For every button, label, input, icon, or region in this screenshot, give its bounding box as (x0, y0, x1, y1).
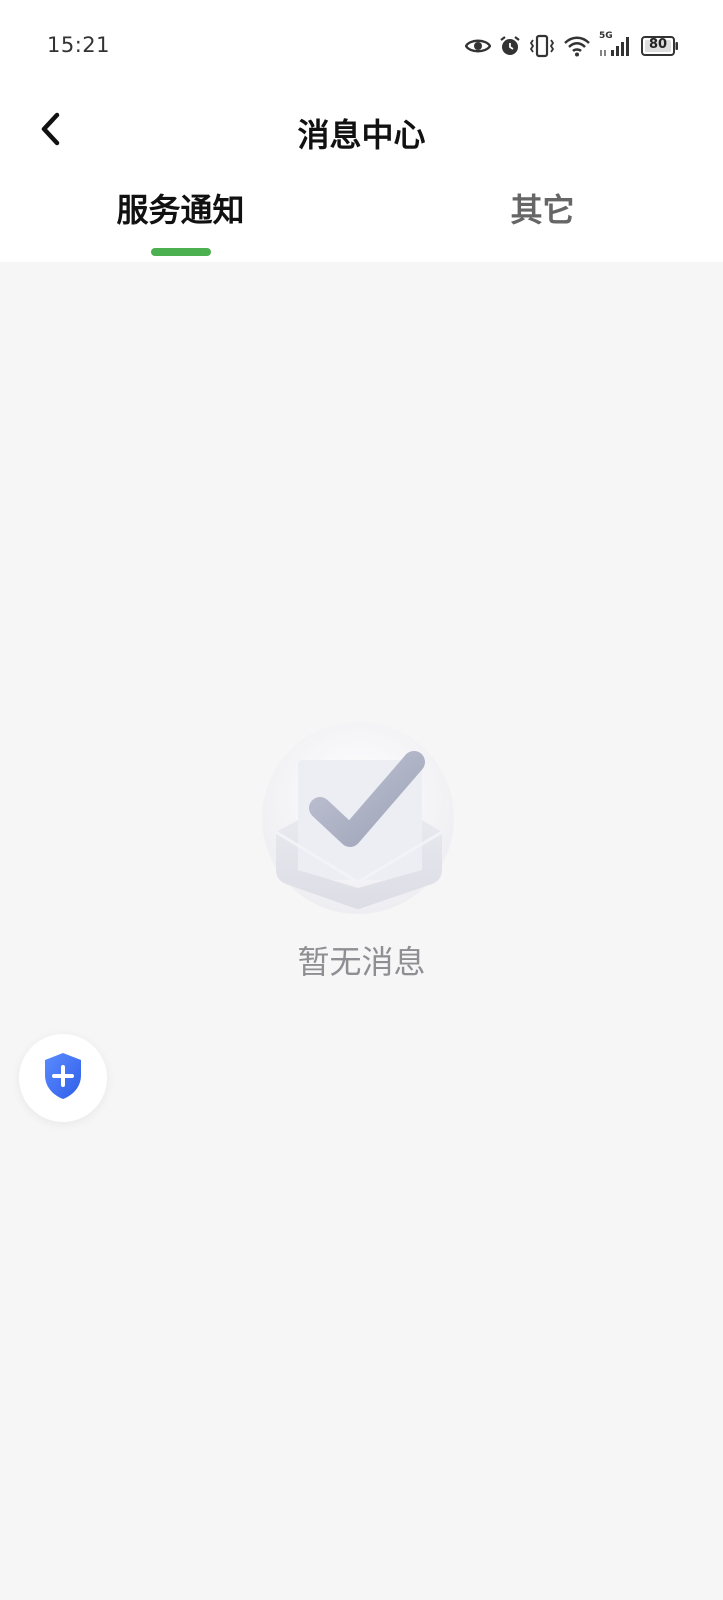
tab-active-indicator (151, 248, 211, 256)
header: 消息中心 服务通知 其它 (0, 92, 723, 262)
status-icons: 5G 80 (465, 31, 679, 60)
empty-state: 暂无消息 (0, 700, 723, 990)
empty-message: 暂无消息 (297, 943, 426, 981)
battery-icon: 80 (641, 36, 679, 56)
vibrate-icon (529, 34, 555, 58)
tab-bar: 服务通知 其它 (0, 188, 723, 262)
status-time: 15:21 (47, 33, 111, 57)
security-float-button[interactable] (19, 1034, 107, 1122)
eye-icon (465, 37, 491, 55)
inbox-check-icon (262, 720, 462, 920)
page-title: 消息中心 (297, 116, 426, 154)
wifi-icon (563, 35, 591, 57)
status-bar: 15:21 5G 80 (0, 0, 723, 92)
alarm-icon (499, 35, 521, 57)
signal-icon: 5G (599, 31, 633, 58)
message-center-screen: 15:21 5G 80 消息中心 服务通知 其它 暂无消息 (0, 0, 723, 1600)
battery-level: 80 (648, 37, 668, 52)
shield-plus-icon (41, 1051, 85, 1105)
tab-other[interactable]: 其它 (362, 188, 723, 262)
tab-label: 其它 (510, 191, 575, 229)
